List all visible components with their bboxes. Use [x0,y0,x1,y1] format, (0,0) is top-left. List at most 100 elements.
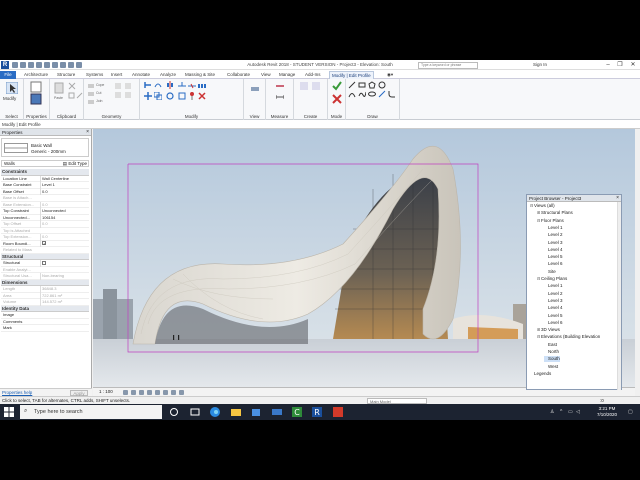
visual-style-icon[interactable] [131,390,136,395]
checkbox-checked-icon[interactable] [42,241,46,246]
tab-insert[interactable]: Insert [109,71,124,79]
revit-logo-icon[interactable]: R [1,61,9,69]
store-icon[interactable] [250,406,262,418]
panel-label-select[interactable]: Select [0,114,23,119]
browser-item[interactable]: Level 4 [544,247,563,253]
tab-add-ins[interactable]: Add-Ins [303,71,323,79]
notifications-icon[interactable]: ▢ [628,409,634,415]
browser-item[interactable]: West [544,364,558,370]
geometry-cut-icon[interactable] [87,90,95,98]
browser-item[interactable]: ⊟Floor Plans [537,218,564,224]
browser-item[interactable]: Site [544,269,556,275]
browser-item[interactable]: East [544,342,557,348]
cope-button[interactable]: Cope [96,83,104,87]
windows-start-icon[interactable] [4,407,14,417]
show-crop-icon[interactable] [163,390,168,395]
people-icon[interactable]: ♙ [550,409,556,415]
task-view-icon[interactable] [168,406,180,418]
edge-browser-icon[interactable] [209,406,221,418]
measure-tool-icon[interactable] [276,82,284,90]
browser-item[interactable]: Level 3 [544,298,563,304]
ellipse-icon[interactable] [368,90,376,98]
paint-icon[interactable] [114,91,122,99]
pin-icon[interactable] [188,92,196,100]
copy-element-icon[interactable] [154,92,162,100]
checkbox-unchecked-icon[interactable] [42,260,46,265]
circle-icon[interactable] [378,81,386,89]
browser-item[interactable]: Level 6 [544,320,563,326]
tab-architecture[interactable]: Architecture [22,71,50,79]
tab-manage[interactable]: Manage [277,71,297,79]
mirror-pick-axis-icon[interactable] [166,81,174,89]
save-icon[interactable] [20,62,26,68]
task-switcher-icon[interactable] [189,406,201,418]
browser-item[interactable]: ⊞3D Views [537,327,560,333]
minimize-icon[interactable]: – [602,60,614,70]
revit-taskbar-icon[interactable]: R [311,406,323,418]
tab-systems[interactable]: Systems [84,71,105,79]
type-selector[interactable]: Basic Wall Generic - 200mm [1,138,89,157]
scale-icon[interactable] [178,92,186,100]
split-icon[interactable] [188,82,196,90]
geometry-cut-button[interactable]: Cut [96,91,101,95]
tab-collaborate[interactable]: Collaborate [225,71,252,79]
mail-icon[interactable] [271,406,283,418]
line-icon[interactable] [348,81,356,89]
close-icon[interactable]: × [86,129,89,136]
offset-icon[interactable] [154,81,162,89]
modify-cursor-icon[interactable] [6,82,18,94]
move-icon[interactable] [144,92,152,100]
cope-icon[interactable] [87,82,95,90]
open-icon[interactable] [12,62,18,68]
browser-item[interactable]: ⊟Views (all) [530,203,555,209]
polygon-icon[interactable] [368,81,376,89]
network-icon[interactable]: ▭ [568,409,574,415]
rotate-icon[interactable] [166,92,174,100]
browser-item[interactable]: Level 4 [544,305,563,311]
camtasia-icon[interactable]: C [291,406,303,418]
browser-item[interactable]: North [544,349,559,355]
browser-item[interactable]: Legends [530,371,551,377]
wall-joins-icon[interactable] [114,82,122,90]
pick-lines-icon[interactable] [378,90,386,98]
recorder-icon[interactable] [332,406,344,418]
3d-view-icon[interactable] [68,62,74,68]
tab-file[interactable]: File [0,71,16,79]
fillet-arc-icon[interactable] [388,90,396,98]
restore-icon[interactable]: ❐ [614,60,626,70]
split-face-icon[interactable] [124,82,132,90]
clock-time[interactable]: 3:21 PM [590,406,624,411]
edit-type-button[interactable]: ▤ Edit Type [63,161,87,167]
close-icon[interactable]: ✕ [627,60,639,70]
close-icon[interactable]: × [616,195,619,202]
tab-analyze[interactable]: Analyze [158,71,178,79]
shadows-icon[interactable] [147,390,152,395]
help-search-input[interactable]: Type a keyword or phrase [418,61,478,69]
browser-item[interactable]: South [544,356,560,363]
browser-item[interactable]: Level 5 [544,254,563,260]
browser-item[interactable]: Level 5 [544,313,563,319]
delete-icon[interactable] [198,92,206,100]
trim-icon[interactable] [178,82,186,90]
chevron-up-icon[interactable]: ^ [560,409,566,415]
browser-item[interactable]: Level 2 [544,291,563,297]
match-type-icon[interactable] [76,92,84,100]
browser-item[interactable]: Level 2 [544,232,563,238]
demolish-icon[interactable] [124,91,132,99]
modify-button[interactable]: Modify [3,96,16,101]
property-value[interactable]: 144.572 m³ [40,299,88,306]
print-icon[interactable] [44,62,50,68]
instance-filter[interactable]: Walls ▤ Edit Type [1,160,89,167]
tab-annotate[interactable]: Annotate [130,71,152,79]
sun-path-icon[interactable] [139,390,144,395]
join-button[interactable]: Join [96,99,102,103]
view-scale[interactable]: 1 : 100 [99,388,113,396]
browser-item[interactable]: Level 6 [544,261,563,267]
temp-hide-icon[interactable] [171,390,176,395]
tab-extra-icon[interactable]: ◉▾ [385,71,395,79]
cancel-edit-mode-icon[interactable] [332,94,342,104]
paste-button[interactable]: Paste [54,96,63,100]
property-value[interactable]: Non-bearing [40,273,88,280]
view-icon[interactable] [251,85,259,93]
taskbar-search-input[interactable]: Type here to search [20,405,162,419]
